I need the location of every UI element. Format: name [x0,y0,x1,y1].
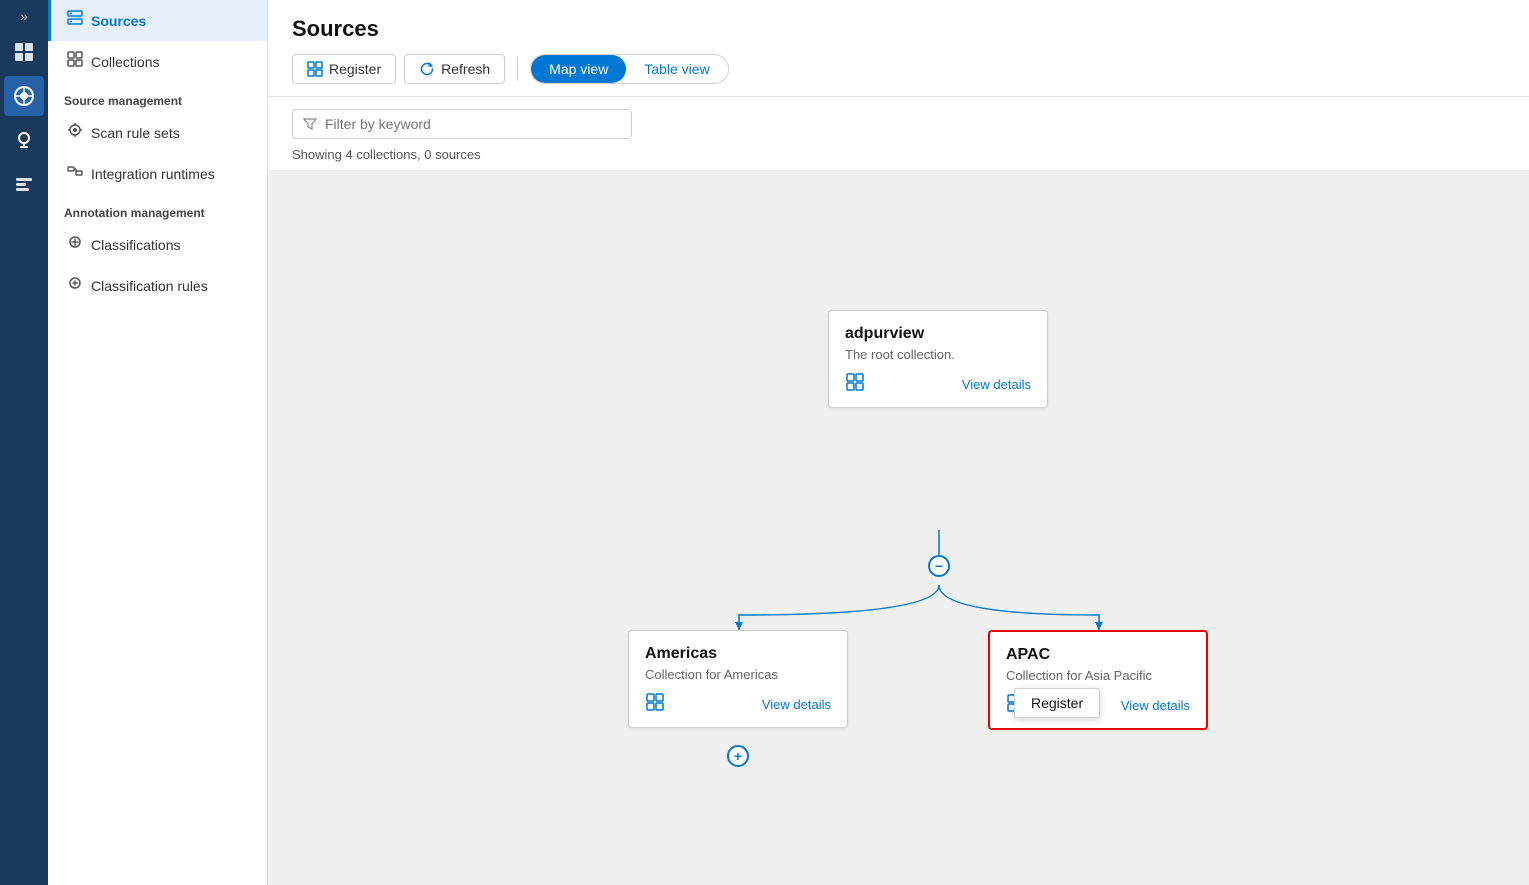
classifications-label: Classifications [91,237,180,253]
collapse-rail-button[interactable]: » [20,8,28,24]
scan-rule-sets-icon [67,122,83,143]
map-area[interactable]: adpurview The root collection. View deta… [268,170,1529,885]
adpurview-view-details[interactable]: View details [962,377,1031,392]
collections-label: Collections [91,54,159,70]
source-management-section: Source management [48,82,267,112]
sidebar-item-integration-runtimes[interactable]: Integration runtimes [48,153,267,194]
annotation-management-section: Annotation management [48,194,267,224]
adpurview-title: adpurview [845,325,1031,343]
americas-footer: View details [645,692,831,717]
adpurview-desc: The root collection. [845,347,1031,362]
map-view-button[interactable]: Map view [531,55,626,83]
sidebar-item-classification-rules[interactable]: Classification rules [48,265,267,306]
integration-runtimes-label: Integration runtimes [91,166,215,182]
page-title: Sources [292,16,1505,42]
adpurview-grid-icon [845,372,865,397]
main-header: Sources Register Refresh Map view Table … [268,0,1529,97]
americas-desc: Collection for Americas [645,667,831,682]
register-context-menu-item[interactable]: Register [1014,688,1100,718]
integration-runtimes-icon [67,163,83,184]
adpurview-footer: View details [845,372,1031,397]
collection-card-adpurview: adpurview The root collection. View deta… [828,310,1048,408]
americas-title: Americas [645,645,831,663]
main-content: Sources Register Refresh Map view Table … [268,0,1529,885]
connector-svg [268,170,1529,885]
collection-card-apac: APAC Collection for Asia Pacific View de… [988,630,1208,730]
sources-sidebar-icon [67,10,83,31]
data-map-rail-icon[interactable] [4,76,44,116]
filter-input[interactable] [325,116,621,132]
insights-rail-icon[interactable] [4,120,44,160]
management-rail-icon[interactable] [4,164,44,204]
collections-rail-icon[interactable] [4,32,44,72]
refresh-button[interactable]: Refresh [404,54,505,84]
refresh-label: Refresh [441,61,490,77]
americas-grid-icon [645,692,665,717]
apac-view-details[interactable]: View details [1121,698,1190,713]
icon-rail: » [0,0,48,885]
collapse-node[interactable]: − [928,555,950,577]
register-label: Register [329,61,381,77]
classification-rules-icon [67,275,83,296]
register-button[interactable]: Register [292,54,396,84]
apac-title: APAC [1006,646,1190,664]
sidebar-item-sources[interactable]: Sources [48,0,267,41]
toolbar-divider [517,57,518,81]
scan-rule-sets-label: Scan rule sets [91,125,180,141]
view-toggle: Map view Table view [530,54,729,84]
expand-node-americas[interactable]: + [727,745,749,767]
refresh-icon [419,61,435,77]
filter-icon [303,117,317,131]
register-icon [307,61,323,77]
classifications-icon [67,234,83,255]
filter-bar [268,97,1529,147]
table-view-button[interactable]: Table view [626,55,727,83]
sidebar-item-collections[interactable]: Collections [48,41,267,82]
toolbar: Register Refresh Map view Table view [292,54,1505,96]
classification-rules-label: Classification rules [91,278,208,294]
americas-view-details[interactable]: View details [762,697,831,712]
filter-input-wrap [292,109,632,139]
sidebar: Sources Collections Source management Sc… [48,0,268,885]
apac-desc: Collection for Asia Pacific [1006,668,1190,683]
showing-text: Showing 4 collections, 0 sources [268,147,1529,170]
collections-sidebar-icon [67,51,83,72]
sidebar-item-classifications[interactable]: Classifications [48,224,267,265]
collection-card-americas: Americas Collection for Americas View de… [628,630,848,728]
sidebar-item-scan-rule-sets[interactable]: Scan rule sets [48,112,267,153]
sources-label: Sources [91,13,146,29]
